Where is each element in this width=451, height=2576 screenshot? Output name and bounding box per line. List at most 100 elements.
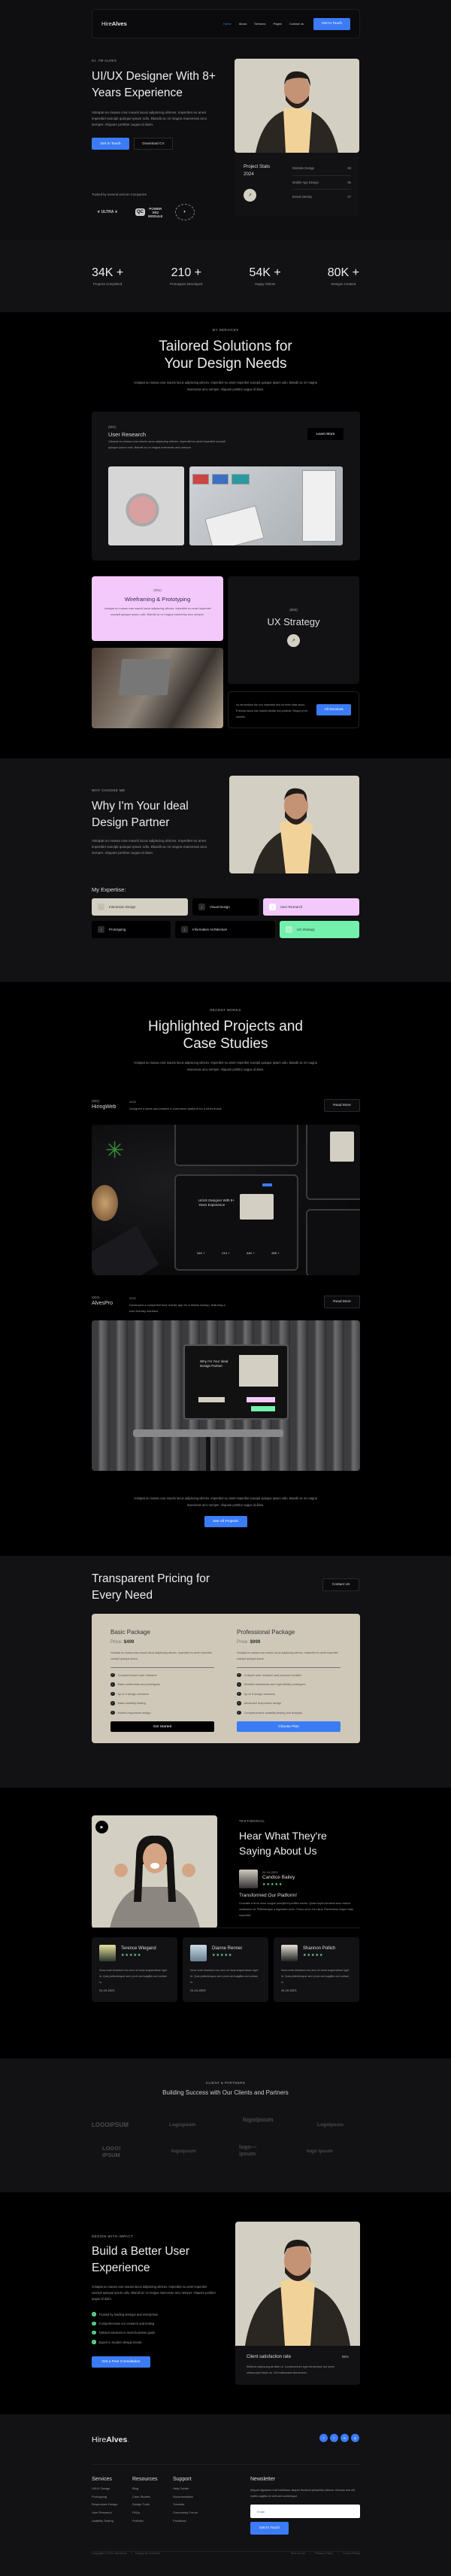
choose-plan-button[interactable]: Choose Plan: [237, 1721, 341, 1732]
get-started-button[interactable]: Get Started: [110, 1721, 214, 1732]
privacy-link[interactable]: Privacy Policy: [315, 2552, 333, 2555]
nav-link-contact[interactable]: Contact us: [289, 22, 304, 26]
why-portrait: [229, 776, 359, 873]
nav-link-pages[interactable]: Pages: [274, 22, 282, 26]
footer-link[interactable]: Design Tools: [132, 2502, 157, 2511]
all-services-button[interactable]: All Services: [316, 704, 351, 715]
client-logo: LOGO! IPSUM: [102, 2145, 121, 2158]
nav-link-services[interactable]: Services: [254, 22, 265, 26]
download-cv-button[interactable]: Download CV: [134, 138, 173, 150]
instagram-icon[interactable]: ◎: [351, 2434, 359, 2442]
footer-col-support: Support Help Center Documentation Tutori…: [173, 2477, 198, 2526]
cta-eyebrow: DESIGN WITH IMPACT: [92, 2234, 134, 2238]
read-more-button[interactable]: Read More: [324, 1099, 360, 1112]
newsletter-title: Newsletter: [250, 2477, 276, 2482]
why-title: Why I'm Your Ideal Design Partner: [92, 800, 189, 829]
review-date: 24-10-2023: [190, 1988, 206, 1992]
star-rating: ★★★★★: [212, 1953, 233, 1958]
clients-section: CLIENT & PARTNERS Building Success with …: [0, 2058, 451, 2192]
mock-hero-title: UI/UX Designer With 8+ Years Experience: [198, 1198, 235, 1207]
avatar: [99, 1945, 116, 1961]
newsletter-email-input[interactable]: [250, 2505, 360, 2518]
design-credit[interactable]: Design by Tokoteck: [135, 2552, 160, 2555]
project-desc: Developed a comprehensive mobile app for…: [129, 1303, 226, 1313]
plan-feature: ✓ Basic wireframes and prototypes: [110, 1682, 160, 1687]
works-body: Volutpat eu massa cras mauris lacus adip…: [134, 1061, 317, 1071]
footer-col-title: Resources: [132, 2477, 158, 2482]
review-date: 24-10-2023: [262, 1870, 278, 1874]
facebook-icon[interactable]: f: [319, 2434, 328, 2442]
footer-link[interactable]: Responsive Design: [92, 2502, 117, 2511]
footer-link[interactable]: Case Studies: [132, 2495, 157, 2503]
wireframe-image: [189, 466, 343, 545]
expertise-chip-user-research[interactable]: ƒ User Research: [263, 898, 359, 916]
footer-link[interactable]: Help Center: [173, 2486, 198, 2495]
terms-link[interactable]: Term of use: [291, 2552, 306, 2555]
plan-feature: ✓ Comprehensive user research: [110, 1672, 157, 1677]
twitter-icon[interactable]: t: [330, 2434, 338, 2442]
footer-link[interactable]: Feedback: [173, 2519, 198, 2527]
review-body: Convallis a at mi enim congue suscipit i…: [239, 1902, 354, 1917]
footer-link[interactable]: FAQs: [132, 2511, 157, 2519]
linkedin-icon[interactable]: in: [341, 2434, 349, 2442]
play-icon[interactable]: ▶: [95, 1821, 108, 1833]
avatar: [281, 1945, 298, 1961]
contact-us-button[interactable]: Contact Us: [322, 1578, 359, 1591]
meeting-image: [92, 648, 223, 728]
plan-feature: ✓ Up to 5 design revisions: [237, 1691, 276, 1696]
footer-col-title: Support: [173, 2477, 192, 2482]
person-illustration: [256, 71, 338, 153]
review-body: Nunc enim tincidunt nec arcu et risus su…: [281, 1969, 350, 1984]
expertise-chip-ux-strategy[interactable]: ƒ UX Strategy: [280, 921, 359, 938]
plan-feature: ✓ Up to 3 design revisions: [110, 1691, 150, 1696]
hero-eyebrow: HI, I'M ALVES: [92, 59, 117, 62]
nav-cta-button[interactable]: Get In Touch: [313, 17, 350, 30]
footer-link[interactable]: Portfolio: [132, 2519, 157, 2527]
check-icon: ✓: [237, 1691, 241, 1696]
project-image-alvespro: Why I'm Your Ideal Design Partner: [92, 1320, 360, 1471]
footer-link[interactable]: Documentation: [173, 2495, 198, 2503]
check-item: ✓ Expert in modern design trends: [92, 2340, 142, 2344]
footer-link[interactable]: Tutorials: [173, 2502, 198, 2511]
expertise-chip-visual-design[interactable]: ƒ Visual Design: [192, 898, 259, 916]
laptop-base: [133, 1429, 283, 1437]
footer-link[interactable]: Usability Testing: [92, 2519, 117, 2527]
footer-link[interactable]: UI/UX Design: [92, 2486, 117, 2495]
newsletter: Newsletter Aliquet dignissim erat habita…: [250, 2477, 360, 2535]
footer-link[interactable]: Community Forum: [173, 2511, 198, 2519]
arrow-up-right-icon[interactable]: ↗: [244, 189, 256, 202]
divider: [92, 2464, 360, 2465]
expertise-chip-prototyping[interactable]: ƒ Prototyping: [92, 921, 171, 938]
expertise-chip-interaction-design[interactable]: ƒ Interaction Design: [92, 898, 188, 916]
plan-name: Professional Package: [237, 1629, 295, 1636]
arrow-up-right-icon[interactable]: ↗: [287, 634, 300, 647]
reviewer-name: Candice Bailey: [262, 1875, 295, 1880]
newsletter-submit-button[interactable]: Get In Touch: [250, 2522, 289, 2535]
review-headline: Transformed Our Platform!: [239, 1893, 298, 1898]
footer-col-title: Services: [92, 2477, 112, 2482]
expertise-chip-information-architecture[interactable]: ƒ Information Architecture: [175, 921, 275, 938]
footer-logo[interactable]: HireAlves.: [92, 2435, 129, 2444]
hero-portrait: [235, 59, 359, 153]
check-item: ✓ Comprehensive UX research and testing: [92, 2321, 155, 2326]
read-more-button[interactable]: Read More: [324, 1296, 360, 1308]
see-all-projects-button[interactable]: See All Projects: [204, 1516, 247, 1527]
footer-link[interactable]: Prototyping: [92, 2495, 117, 2503]
nav-link-home[interactable]: Home: [223, 22, 232, 26]
plan-feature: ✓ Comprehensive usability testing and ana…: [237, 1710, 303, 1715]
logo[interactable]: HireAlves: [101, 20, 127, 27]
free-consultation-button[interactable]: Get a Free Consultation: [92, 2356, 150, 2368]
testimonial-video[interactable]: ▶: [92, 1815, 217, 1928]
featured-review: 24-10-2023 Candice Bailey ★★★★★ Transfor…: [239, 1870, 353, 1917]
cta-section: DESIGN WITH IMPACT Build a Better User E…: [0, 2192, 451, 2414]
footer-link[interactable]: Blog: [132, 2486, 157, 2495]
footer-link[interactable]: User Research: [92, 2511, 117, 2519]
cta-portrait: [235, 2222, 360, 2346]
plan-desc: Volutpat eu massa cras mauris lacus adip…: [237, 1650, 341, 1668]
get-in-touch-button[interactable]: Get In Touch: [92, 138, 129, 150]
cookie-link[interactable]: Cookie Policy: [343, 2552, 360, 2555]
learn-more-button[interactable]: Learn More: [307, 428, 344, 440]
plan-name: Basic Package: [110, 1629, 150, 1636]
research-image: [108, 466, 184, 545]
nav-link-about[interactable]: About: [239, 22, 247, 26]
